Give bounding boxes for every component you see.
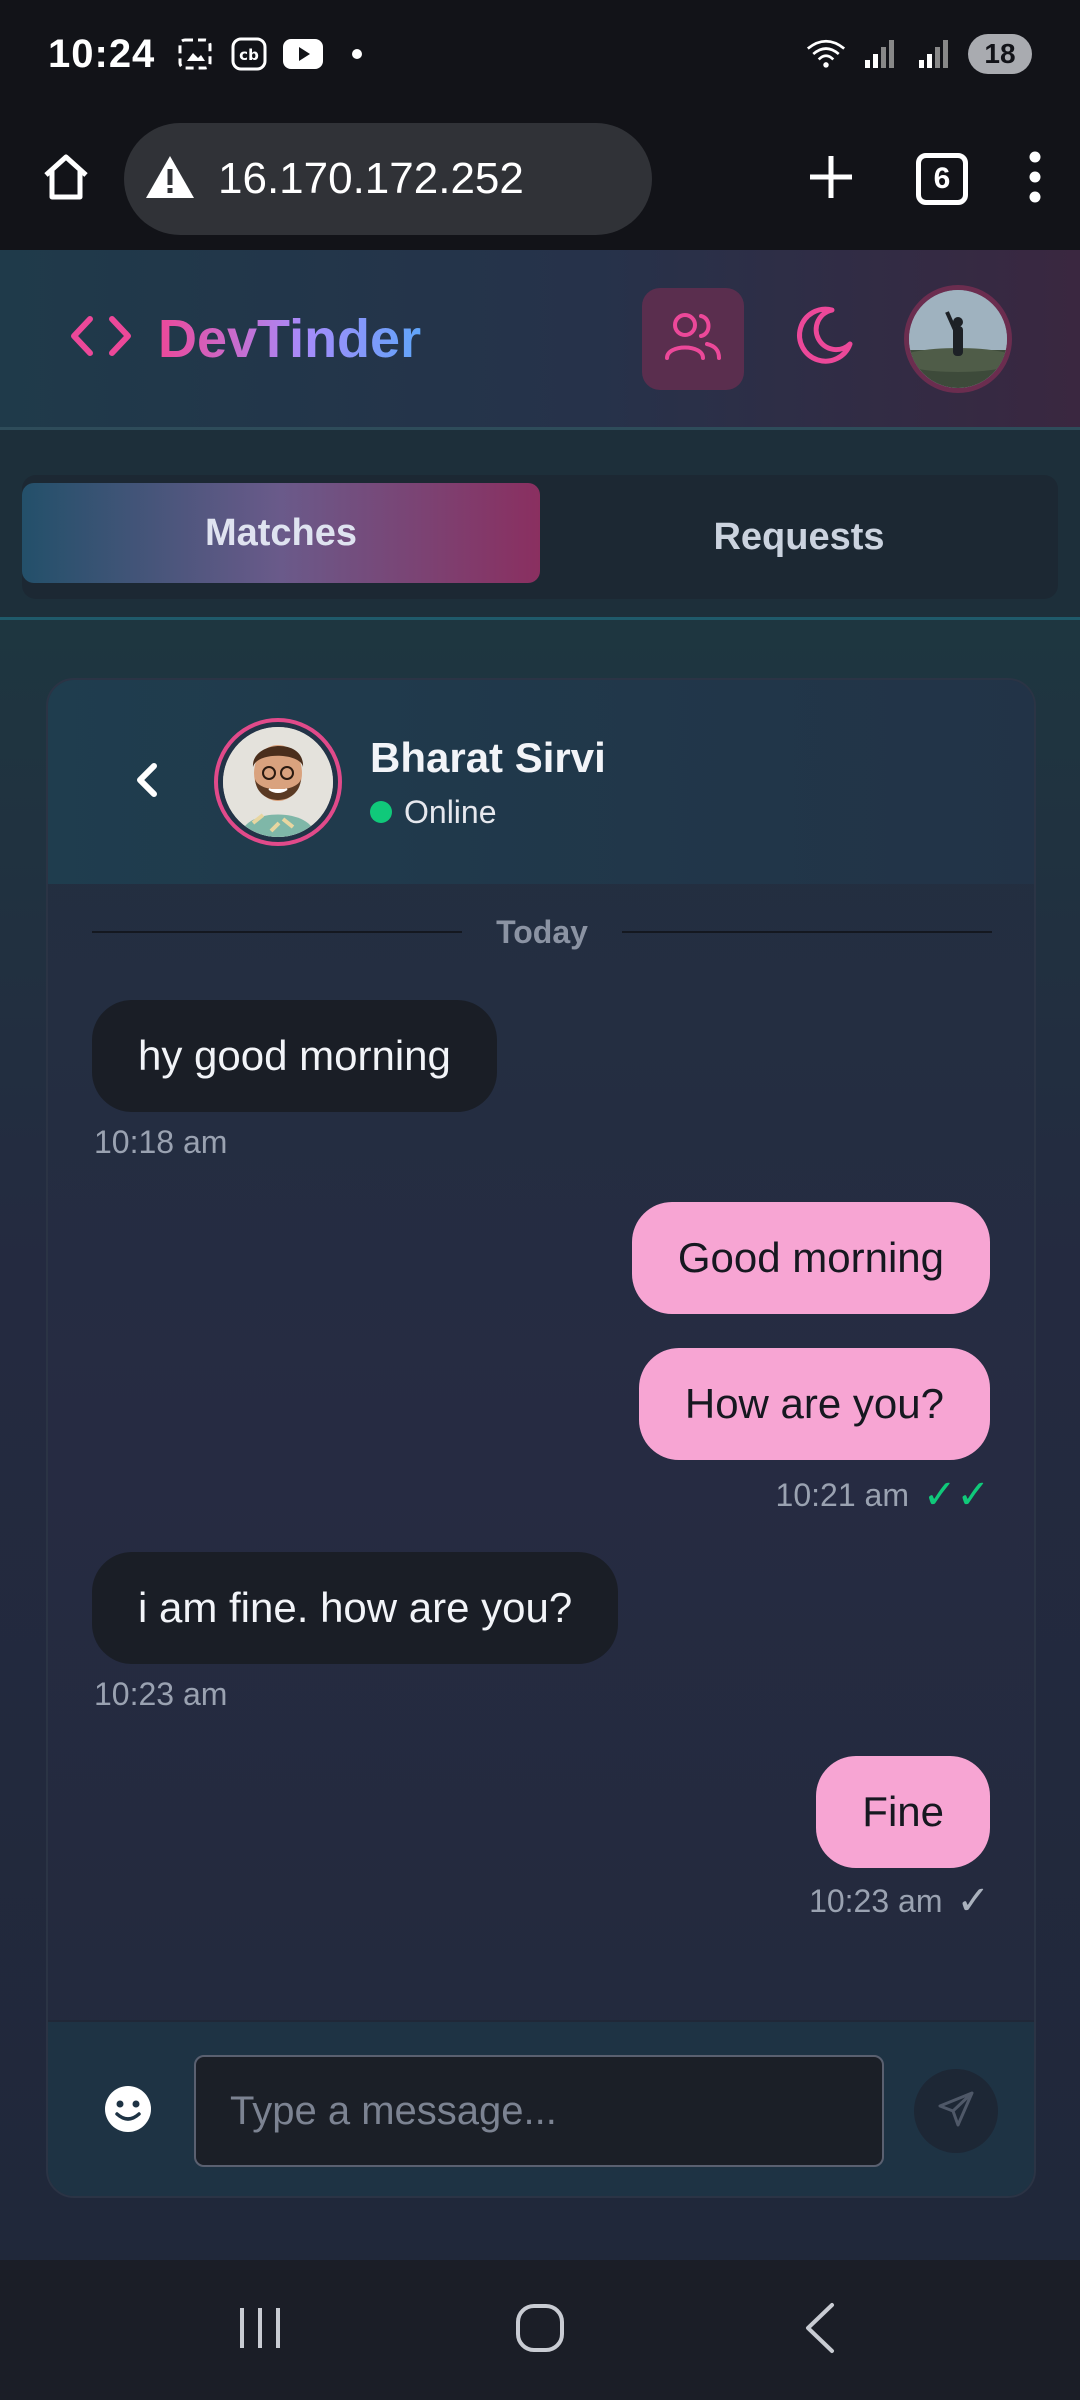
chat-card: Bharat Sirvi Online Today hy good mornin… (46, 678, 1036, 2198)
message-bubble-outgoing: Good morning (631, 1202, 990, 1314)
recents-button[interactable] (215, 2285, 305, 2375)
brand-name: DevTinder (158, 308, 422, 369)
screenshot-icon (175, 36, 215, 72)
message-bubble-outgoing: How are you? (638, 1348, 990, 1460)
tab-bar: Matches Requests (22, 475, 1058, 599)
home-icon (38, 149, 94, 210)
signal-icon (914, 36, 954, 72)
message-composer (48, 2020, 1034, 2196)
contact-status: Online (370, 794, 606, 831)
send-button[interactable] (914, 2069, 998, 2153)
message-input[interactable] (194, 2055, 884, 2167)
browser-toolbar: 16.170.172.252 6 (0, 108, 1080, 250)
more-menu-icon[interactable] (1028, 151, 1042, 208)
connections-button[interactable] (642, 287, 744, 390)
back-arrow-icon (800, 2301, 840, 2360)
emoji-button[interactable] (100, 2083, 156, 2139)
back-button[interactable] (122, 752, 172, 812)
message-time: 10:18 am (94, 1124, 227, 1161)
svg-text:cb: cb (239, 46, 259, 64)
signal-icon (860, 36, 900, 72)
date-separator: Today (92, 912, 993, 952)
tab-matches[interactable]: Matches (22, 483, 540, 583)
users-icon (663, 308, 723, 369)
tabs-button[interactable]: 6 (916, 153, 968, 205)
tabs-area: Matches Requests (0, 430, 1080, 620)
message-time-label: 10:18 am (94, 1124, 228, 1160)
system-nav-bar (0, 2260, 1080, 2400)
message-bubble-incoming: hy good morning (92, 1000, 497, 1112)
brand-logo[interactable]: DevTinder (68, 308, 421, 370)
back-nav-button[interactable] (775, 2285, 865, 2375)
message-time: 10:23 am (94, 1676, 227, 1713)
theme-toggle-button[interactable] (784, 299, 864, 379)
message-time: 10:23 am ✓ (809, 1878, 990, 1924)
code-brackets-icon (68, 311, 134, 366)
wifi-icon (806, 36, 846, 72)
home-nav-button[interactable] (495, 2285, 585, 2375)
notification-dot-icon (337, 36, 377, 72)
status-time: 10:24 (48, 31, 156, 76)
message-time-label: 10:23 am (809, 1882, 943, 1919)
contact-status-label: Online (404, 793, 497, 830)
chat-header: Bharat Sirvi Online (48, 680, 1034, 884)
read-receipt-icon: ✓✓ (922, 1473, 990, 1517)
chevron-left-icon (132, 760, 162, 805)
moon-icon (792, 304, 856, 373)
tab-requests[interactable]: Requests (540, 475, 1058, 599)
contact-name: Bharat Sirvi (370, 733, 606, 781)
message-time: 10:21 am ✓✓ (776, 1472, 990, 1518)
home-button[interactable] (28, 141, 104, 217)
address-bar[interactable]: 16.170.172.252 (124, 123, 652, 235)
app-header: DevTinder (0, 250, 1080, 430)
message-bubble-incoming: i am fine. how are you? (92, 1552, 619, 1664)
date-separator-label: Today (496, 913, 588, 950)
contact-avatar[interactable] (214, 718, 342, 846)
warning-icon[interactable] (144, 153, 196, 206)
status-bar: 10:24 cb 18 (0, 0, 1080, 108)
online-indicator (370, 801, 392, 823)
message-time-label: 10:21 am (775, 1476, 909, 1513)
message-bubble-outgoing: Fine (816, 1756, 990, 1868)
home-circle-icon (514, 2302, 566, 2359)
sent-receipt-icon: ✓ (956, 1879, 990, 1923)
message-time-label: 10:23 am (94, 1676, 228, 1712)
send-icon (936, 2089, 976, 2134)
recents-icon (236, 2304, 284, 2357)
user-avatar[interactable] (904, 284, 1012, 393)
battery-icon: 18 (968, 34, 1032, 74)
cb-app-icon: cb (229, 36, 269, 72)
new-tab-icon[interactable] (806, 152, 856, 207)
youtube-icon (283, 36, 324, 72)
smiley-icon (103, 2084, 153, 2139)
url-text[interactable]: 16.170.172.252 (218, 154, 524, 204)
